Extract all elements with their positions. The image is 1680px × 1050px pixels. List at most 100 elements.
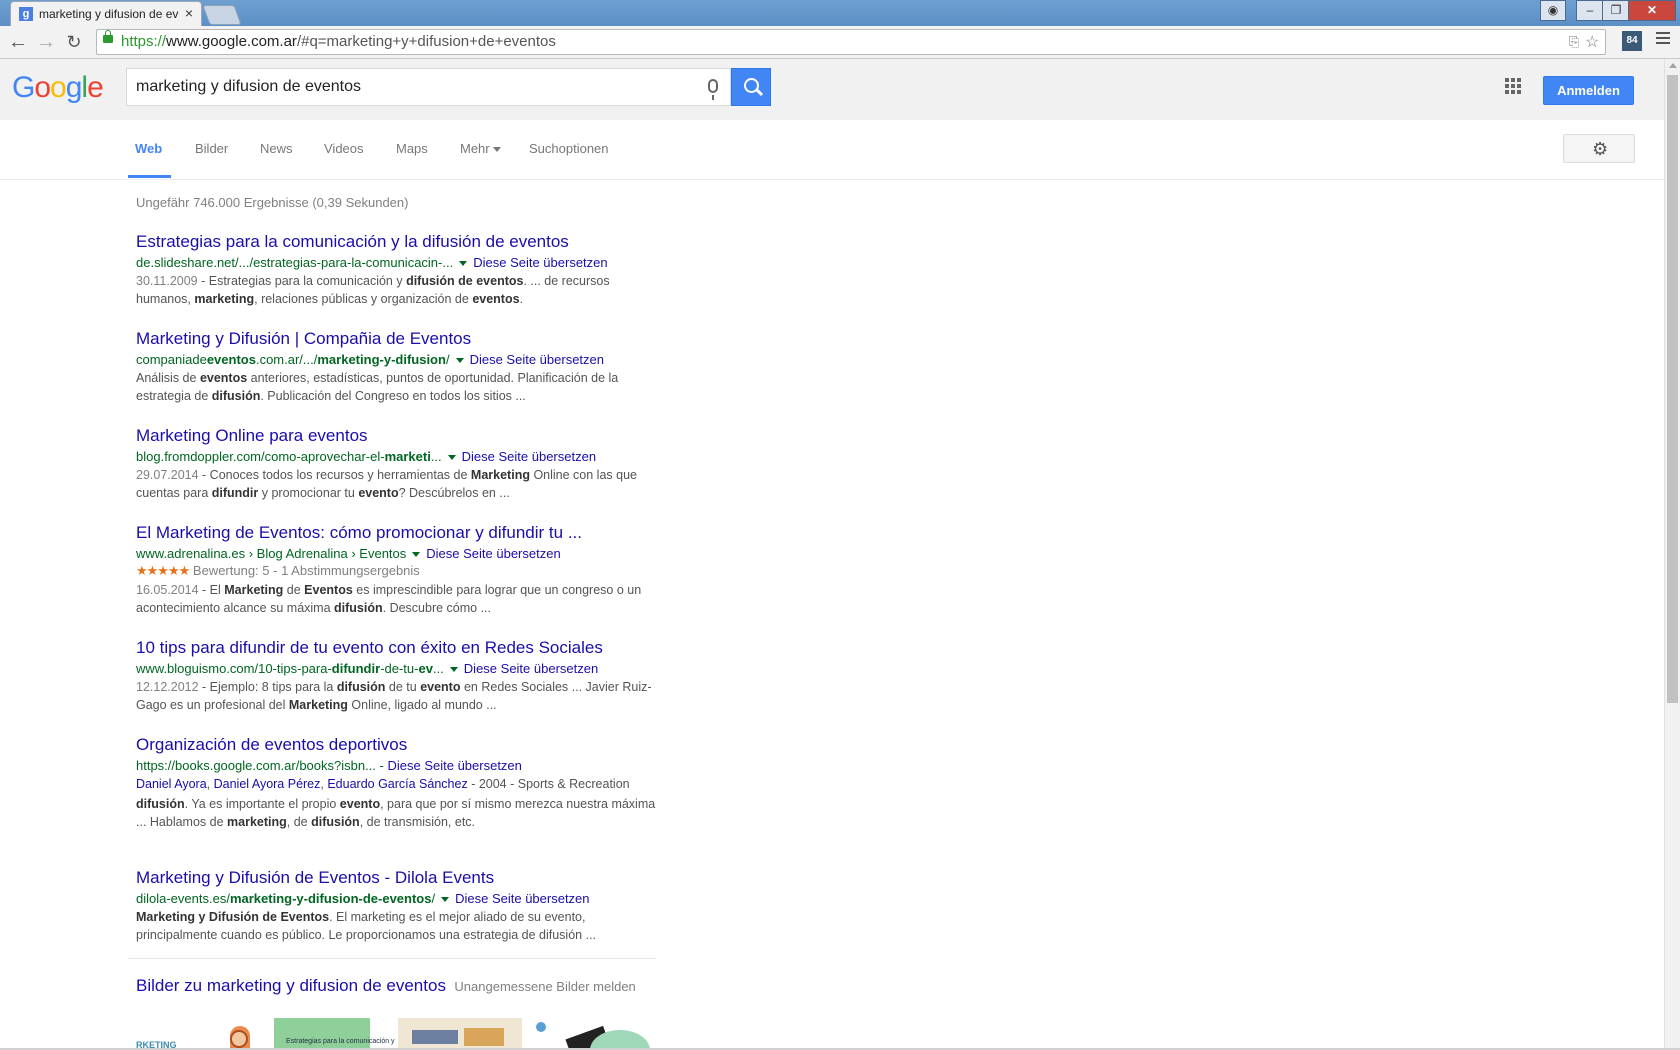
search-result: Marketing y Difusión de Eventos - Dilola… [136,868,656,944]
result-url: www.adrenalina.es › Blog Adrenalina › Ev… [136,546,561,561]
rating-stars-icon: ★★★★★ [136,563,190,578]
result-url: blog.fromdoppler.com/como-aprovechar-el-… [136,449,597,464]
chevron-down-icon[interactable] [447,454,456,460]
result-url: dilola-events.es/marketing-y-difusion-de… [136,891,590,906]
result-snippet: 29.07.2014 - Conoces todos los recursos … [136,468,637,500]
images-section-link[interactable]: Bilder zu marketing y difusion de evento… [136,976,446,995]
result-title-link[interactable]: Organización de eventos deportivos [136,735,656,755]
forward-arrow-icon[interactable]: → [34,30,58,54]
search-tabs: Web Bilder News Videos Maps Mehr Suchopt… [0,120,1664,180]
result-title-link[interactable]: Marketing y Difusión | Compañia de Event… [136,329,656,349]
author-link[interactable]: Eduardo García Sánchez [327,777,467,791]
result-rating: ★★★★★ Bewertung: 5 - 1 Abstimmungsergebn… [136,563,420,578]
result-title-link[interactable]: Marketing y Difusión de Eventos - Dilola… [136,868,656,888]
book-authors: Daniel Ayora, Daniel Ayora Pérez, Eduard… [136,777,630,791]
search-result: Estrategias para la comunicación y la di… [136,232,656,308]
image-thumbnail[interactable] [532,1018,656,1050]
maximize-button[interactable]: ❐ [1602,0,1630,21]
extension-icon[interactable]: 84 [1622,31,1642,51]
translate-link[interactable]: Diese Seite übersetzen [473,255,607,270]
report-images-link[interactable]: Unangemessene Bilder melden [454,979,635,994]
chevron-down-icon[interactable] [459,260,468,266]
search-result: Marketing Online para eventos blog.fromd… [136,426,656,502]
search-button[interactable] [731,68,771,106]
translate-link[interactable]: Diese Seite übersetzen [387,758,521,773]
result-title-link[interactable]: Estrategias para la comunicación y la di… [136,232,656,252]
result-snippet: 12.12.2012 - Ejemplo: 8 tips para la dif… [136,680,652,712]
close-window-button[interactable]: ✕ [1628,0,1676,21]
tab-close-icon[interactable]: × [185,5,193,21]
result-url: companiadeeventos.com.ar/.../marketing-y… [136,352,604,367]
apps-grid-icon[interactable] [1505,78,1522,95]
tab-news[interactable]: News [260,141,293,156]
tab-images[interactable]: Bilder [195,141,228,156]
search-result: Marketing y Difusión | Compañia de Event… [136,329,656,405]
profile-icon[interactable]: ◉ [1540,0,1566,21]
scroll-up-arrow-icon[interactable] [1669,63,1677,68]
result-snippet: difusión. Ya es importante el propio eve… [136,797,656,829]
minimize-button[interactable]: – [1576,0,1604,21]
new-tab-button[interactable] [202,5,242,25]
back-arrow-icon[interactable]: ← [6,30,30,54]
image-thumbnail[interactable] [398,1018,522,1050]
image-thumbnails: RKETING Estrategias para la comunicación… [136,1018,656,1050]
translate-link[interactable]: Diese Seite übersetzen [462,449,596,464]
bookmark-star-icon[interactable]: ☆ [1585,32,1599,52]
result-title-link[interactable]: Marketing Online para eventos [136,426,656,446]
section-divider [128,958,656,959]
search-result: El Marketing de Eventos: cómo promociona… [136,523,656,617]
result-stats: Ungefähr 746.000 Ergebnisse (0,39 Sekund… [136,195,409,210]
address-bar[interactable]: https://www.google.com.ar/#q=marketing+y… [96,29,1606,55]
result-snippet: 30.11.2009 - Estrategias para la comunic… [136,274,610,306]
tab-search-tools[interactable]: Suchoptionen [529,141,609,156]
tab-maps[interactable]: Maps [396,141,428,156]
chevron-down-icon [492,147,501,153]
chevron-down-icon[interactable] [441,896,450,902]
image-thumbnail[interactable]: Estrategias para la comunicación y [274,1018,395,1050]
image-thumbnail[interactable] [228,1018,250,1050]
gear-icon: ⚙ [1592,139,1609,159]
chevron-down-icon[interactable] [455,357,464,363]
lock-icon [103,30,113,43]
browser-toolbar: ← → ↻ https://www.google.com.ar/#q=marke… [0,26,1680,59]
result-url: de.slideshare.net/.../estrategias-para-l… [136,255,608,270]
settings-button[interactable]: ⚙ [1563,134,1635,163]
search-result: Organización de eventos deportivos https… [136,735,656,831]
result-url: https://books.google.com.ar/books?isbn..… [136,758,522,773]
reload-icon[interactable]: ↻ [62,30,86,54]
signin-button[interactable]: Anmelden [1543,76,1634,105]
translate-icon[interactable]: ⎘ [1569,34,1579,50]
chevron-down-icon[interactable] [449,666,458,672]
search-input[interactable] [136,69,676,105]
browser-tab-active[interactable]: g marketing y difusion de eventos × [10,1,202,27]
search-box[interactable] [126,68,731,106]
translate-link[interactable]: Diese Seite übersetzen [464,661,598,676]
tab-videos[interactable]: Videos [324,141,364,156]
active-tab-indicator [128,175,171,178]
tab-title: marketing y difusion de eventos [39,7,179,21]
window-titlebar: g marketing y difusion de eventos × ◉ – … [0,0,1680,27]
images-section-header: Bilder zu marketing y difusion de evento… [136,976,636,996]
tab-more[interactable]: Mehr [460,141,501,156]
page-scrollbar[interactable] [1664,59,1680,1050]
google-header: Google Anmelden [0,59,1664,121]
search-result: 10 tips para difundir de tu evento con é… [136,638,656,714]
result-snippet: 16.05.2014 - El Marketing de Eventos es … [136,583,642,615]
tab-web[interactable]: Web [135,141,162,156]
image-thumbnail[interactable]: RKETING [136,1018,250,1050]
result-snippet: Análisis de eventos anteriores, estadíst… [136,371,619,403]
result-title-link[interactable]: El Marketing de Eventos: cómo promociona… [136,523,656,543]
browser-menu-icon[interactable] [1656,32,1670,47]
chevron-down-icon[interactable] [412,551,421,557]
translate-link[interactable]: Diese Seite übersetzen [426,546,560,561]
translate-link[interactable]: Diese Seite übersetzen [455,891,589,906]
scrollbar-thumb[interactable] [1667,75,1678,703]
result-title-link[interactable]: 10 tips para difundir de tu evento con é… [136,638,656,658]
author-link[interactable]: Daniel Ayora Pérez [214,777,321,791]
google-logo[interactable]: Google [12,71,104,105]
author-link[interactable]: Daniel Ayora [136,777,207,791]
url-text: https://www.google.com.ar/#q=marketing+y… [121,33,556,50]
microphone-icon[interactable] [708,79,718,100]
result-snippet: Marketing y Difusión de Eventos. El mark… [136,910,597,942]
translate-link[interactable]: Diese Seite übersetzen [470,352,604,367]
